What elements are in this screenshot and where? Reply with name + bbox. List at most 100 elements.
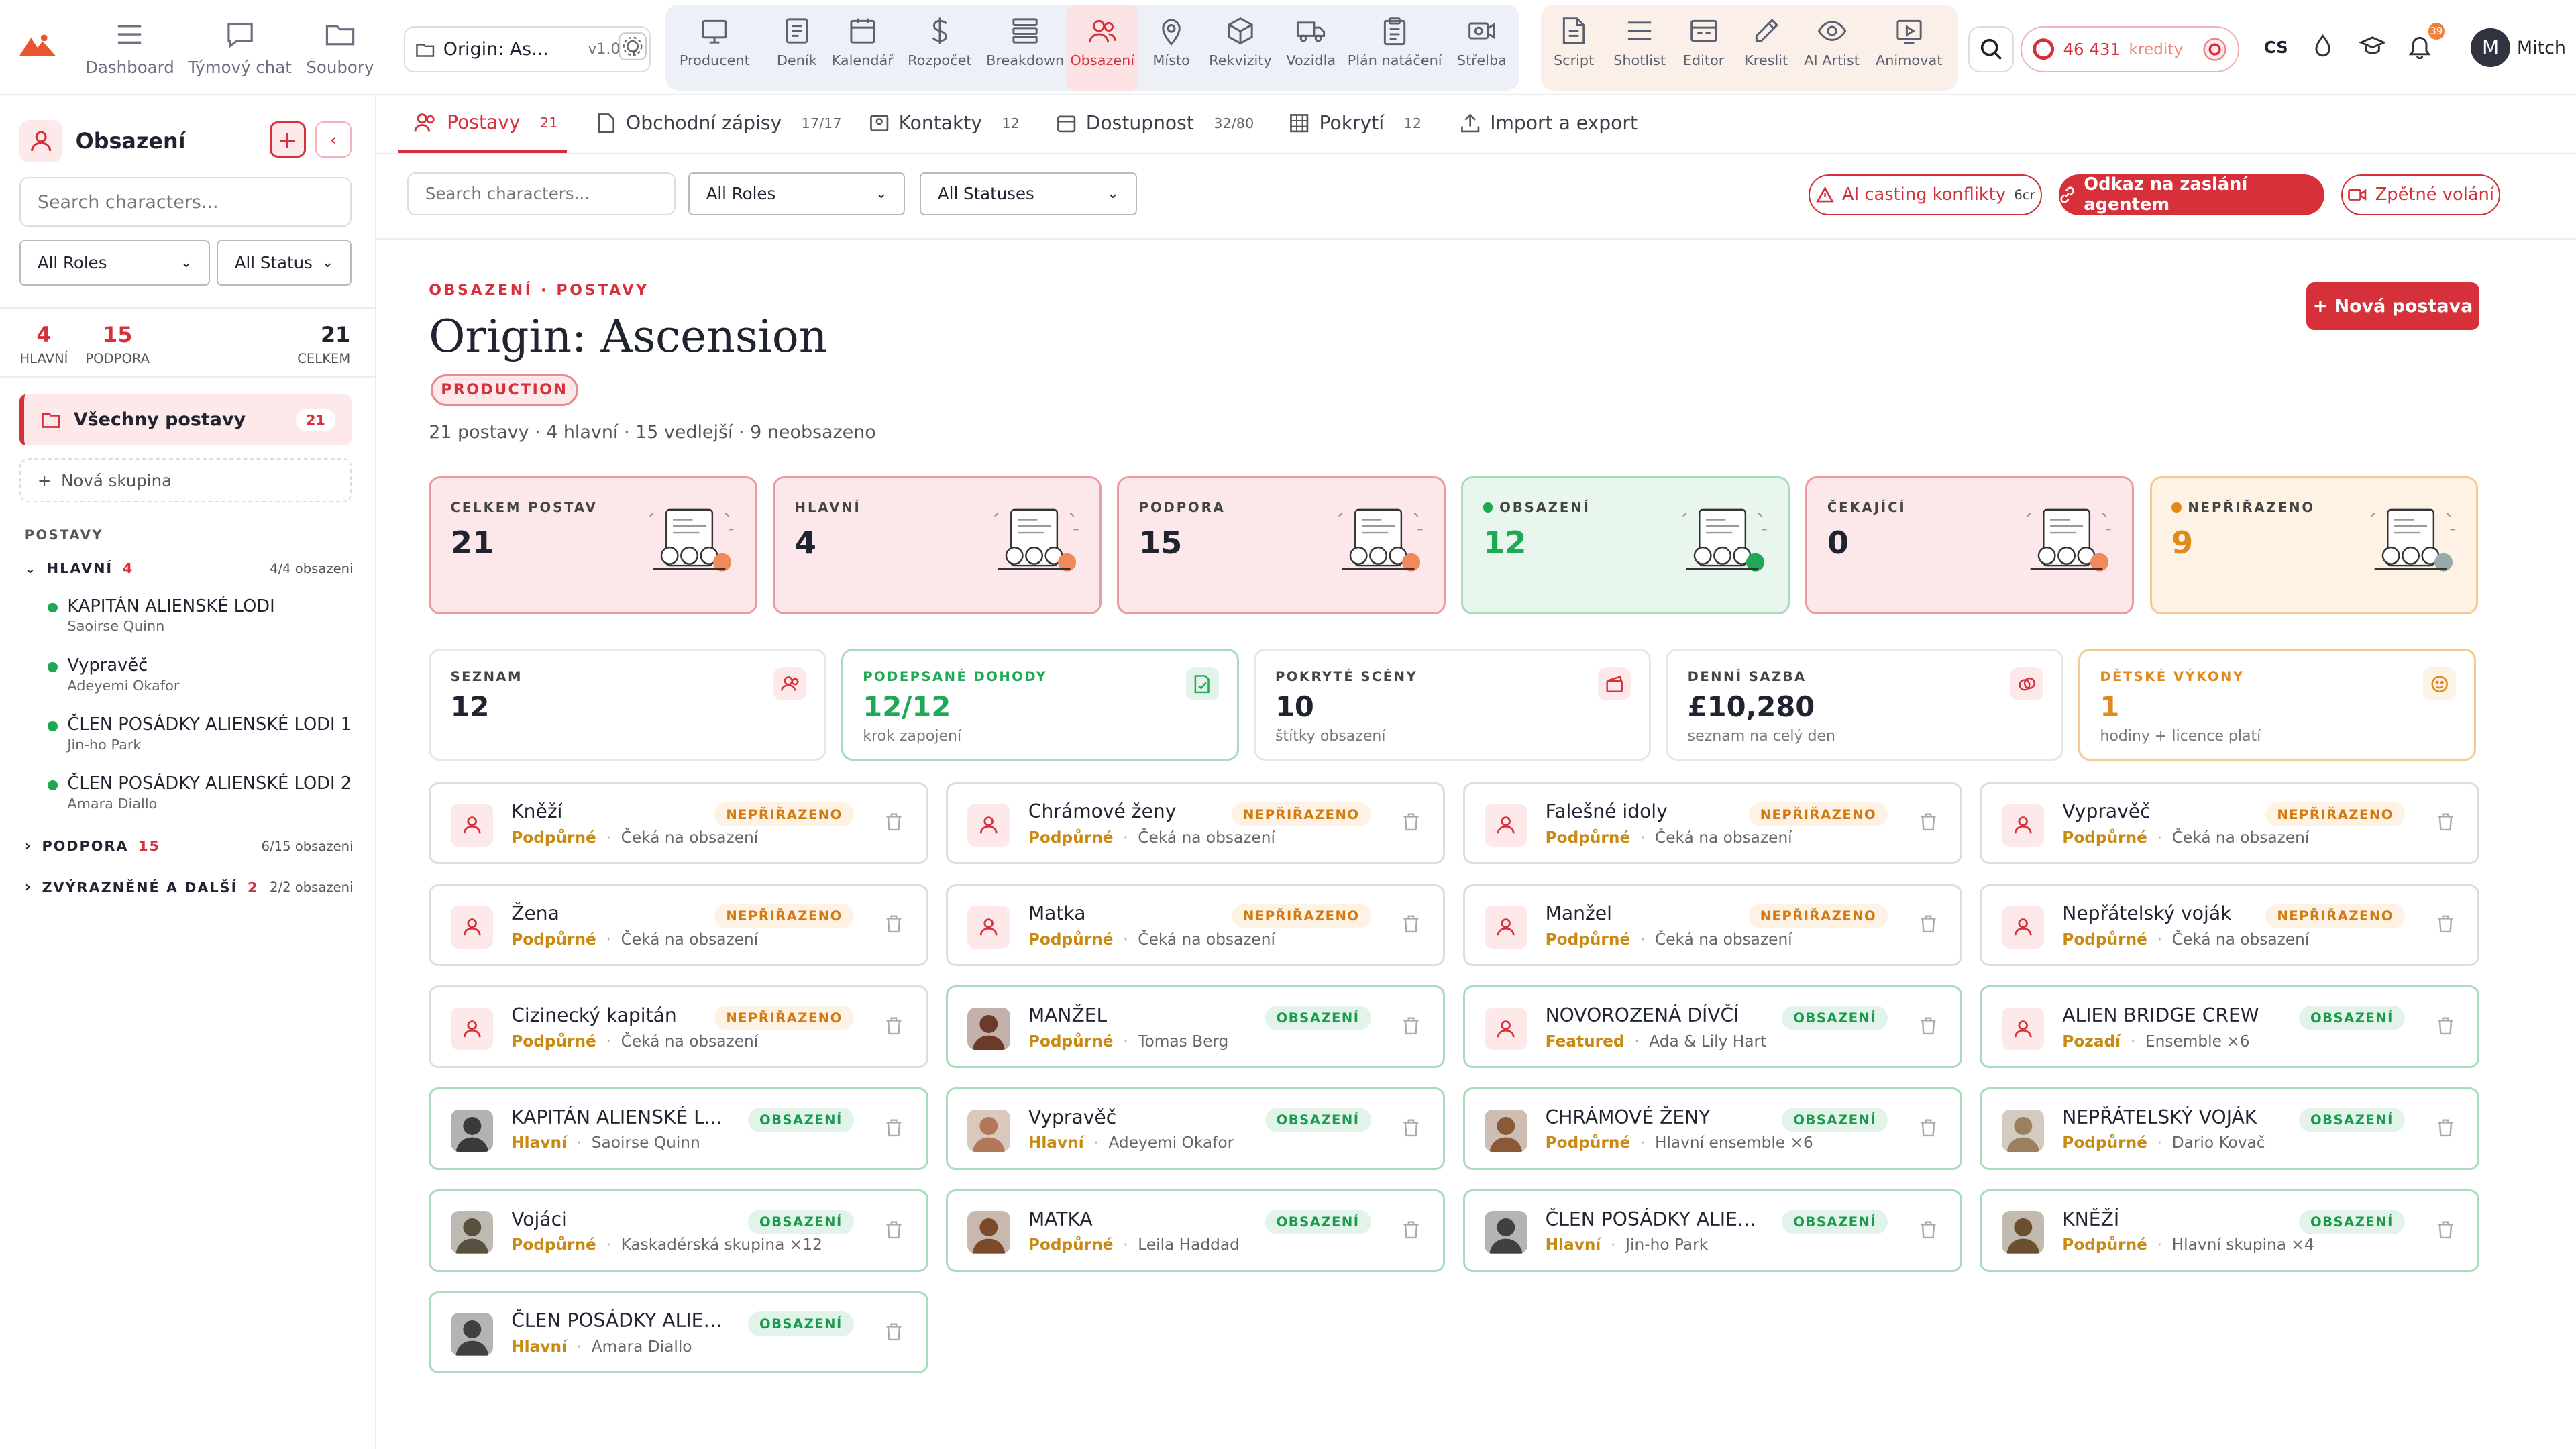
module-casting[interactable]: Obsazení [1066,5,1139,91]
module-breakdown[interactable]: Breakdown [984,5,1066,90]
delete-button[interactable] [885,1220,903,1239]
character-card[interactable]: Manžel Podpůrné · Čeká na obsazení NEPŘIŘAZE… [1462,883,1963,966]
character-card[interactable]: NOVOROZENÁ DÍVČÍ Featured · Ada & Lily Hart… [1462,985,1963,1068]
avatar[interactable]: M [2471,28,2511,68]
tool-shotlist[interactable]: Shotlist [1607,5,1672,90]
tab-coverage[interactable]: Pokrytí 12 [1289,95,1421,151]
add-character-button[interactable]: + [269,121,306,158]
list-item[interactable]: Vypravěč Adeyemi Okafor [48,655,360,694]
stat-card[interactable]: ČEKAJÍCÍ 0 [1805,476,2135,614]
delete-button[interactable] [1402,1016,1420,1035]
project-selector[interactable]: Origin: As... v1.0 ⌄ [404,26,651,72]
summary-card[interactable]: DENNÍ SAZBA £10,280 seznam na celý den [1666,649,2063,761]
group-featured[interactable]: › ZVÝRAZNĚNÉ A DALŠÍ 2 2/2 obsazeni [25,879,354,896]
summary-card[interactable]: PODEPSANÉ DOHODY 12/12 krok zapojení [841,649,1239,761]
group-support[interactable]: › PODPORA 15 6/15 obsazeni [25,838,354,855]
module-props[interactable]: Rekvizity [1204,5,1277,90]
tool-script[interactable]: Script [1541,5,1607,90]
tool-animate[interactable]: Animovat [1866,5,1951,90]
tab-import-export[interactable]: Import a export [1460,95,1638,151]
bell-icon[interactable] [2408,33,2431,60]
delete-button[interactable] [1919,1118,1937,1137]
module-producer[interactable]: Producent [665,5,764,90]
character-card[interactable]: Matka Podpůrné · Čeká na obsazení NEPŘIŘAZEN… [945,883,1446,966]
delete-button[interactable] [1919,1220,1937,1239]
module-vehicles[interactable]: Vozidla [1277,5,1346,90]
new-character-button[interactable]: + Nová postava [2306,282,2479,331]
summary-card[interactable]: POKRYTÉ SCÉNY 10 štítky obsazení [1253,649,1652,761]
delete-button[interactable] [2436,914,2455,933]
module-location[interactable]: Místo [1138,5,1204,90]
summary-card[interactable]: DĚTSKÉ VÝKONY 1 hodiny + licence platí [2078,649,2476,761]
language-switch[interactable]: CS [2264,38,2288,57]
sidebar-search-input[interactable]: Search characters... [19,177,352,227]
app-logo-icon[interactable] [19,33,56,56]
group-lead[interactable]: ⌄ HLAVNÍ 4 4/4 obsazeni [25,560,354,576]
sidebar-role-select[interactable]: All Roles ⌄ [19,239,211,286]
stat-card[interactable]: OBSAZENÍ 12 [1461,476,1790,614]
character-card[interactable]: Falešné idoly Podpůrné · Čeká na obsazení NE… [1462,782,1963,865]
character-card[interactable]: KNĚŽÍ Podpůrné · Hlavní skupina ×4 OBSAZENÍ [1980,1189,2479,1272]
new-group-button[interactable]: + Nová skupina [19,458,352,503]
character-card[interactable]: ALIEN BRIDGE CREW Pozadí · Ensemble ×6 OBSAZ… [1980,985,2479,1068]
character-card[interactable]: MATKA Podpůrné · Leila Haddad OBSAZENÍ [945,1189,1446,1272]
global-search-button[interactable] [1968,26,2015,72]
drop-icon[interactable] [2313,34,2332,57]
sidebar-item-all-characters[interactable]: Všechny postavy 21 [19,394,352,445]
module-journal[interactable]: Deník [764,5,830,90]
character-card[interactable]: KAPITÁN ALIENSKÉ LODI Hlavní · Saoirse Quin… [429,1087,928,1170]
stat-card[interactable]: CELKEM POSTAV 21 [429,476,757,614]
main-search-input[interactable]: Search characters... [407,172,676,215]
delete-button[interactable] [1402,914,1420,933]
delete-button[interactable] [2436,812,2455,831]
collapse-sidebar-button[interactable]: ‹ [315,121,352,158]
tab-availability[interactable]: Dostupnost 32/80 [1057,95,1254,151]
role-select[interactable]: All Roles ⌄ [688,172,906,215]
character-card[interactable]: ČLEN POSÁDKY ALIENSK...Hlavní·Amara Dial… [429,1291,928,1374]
delete-button[interactable] [2436,1016,2455,1035]
credits-widget[interactable]: 46 431 kredity [2021,26,2239,72]
status-select[interactable]: All Statuses ⌄ [920,172,1137,215]
character-card[interactable]: Chrámové ženy Podpůrné · Čeká na obsazení NE… [945,782,1446,865]
project-settings-button[interactable] [618,32,647,61]
list-item[interactable]: KAPITÁN ALIENSKÉ LODI Saoirse Quinn [48,596,360,634]
module-shoot[interactable]: Střelba [1444,5,1520,90]
tab-contacts[interactable]: Kontakty 12 [869,95,1020,151]
delete-button[interactable] [1919,812,1937,831]
delete-button[interactable] [1402,812,1420,831]
user-name[interactable]: Mitch [2517,38,2566,58]
delete-button[interactable] [885,914,903,933]
character-card[interactable]: Kněží Podpůrné · Čeká na obsazení NEPŘIŘAZEN… [429,782,928,865]
character-card[interactable]: MANŽEL Podpůrné · Tomas Berg OBSAZENÍ [945,985,1446,1068]
character-card[interactable]: ČLEN POSÁDKY ALIENSK...Hlavní·Jin-ho Par… [1462,1189,1963,1272]
tab-deal-memos[interactable]: Obchodní zápisy 17/17 [596,95,841,151]
nav-files[interactable]: Soubory [282,19,397,77]
list-item[interactable]: ČLEN POSÁDKY ALIENSKÉ LODI 1 Jin-ho Park [48,714,360,753]
delete-button[interactable] [885,812,903,831]
character-card[interactable]: Nepřátelský voják Podpůrné · Čeká na obsaze… [1980,883,2479,966]
module-budget[interactable]: Rozpočet [896,5,984,90]
stat-card[interactable]: NEPŘIŘAZENO 9 [2149,476,2479,614]
delete-button[interactable] [2436,1220,2455,1239]
list-item[interactable]: ČLEN POSÁDKY ALIENSKÉ LODI 2 Amara Diall… [48,773,360,812]
summary-card[interactable]: SEZNAM 12 [429,649,826,761]
delete-button[interactable] [885,1322,903,1341]
delete-button[interactable] [1919,914,1937,933]
nav-dashboard[interactable]: Dashboard [72,19,187,77]
delete-button[interactable] [1402,1220,1420,1239]
character-card[interactable]: Cizinecký kapitán Podpůrné · Čeká na obsaze… [429,985,928,1068]
agent-link-button[interactable]: Odkaz na zaslání agentem [2058,174,2325,215]
delete-button[interactable] [2436,1118,2455,1137]
module-calendar[interactable]: Kalendář [830,5,896,90]
character-card[interactable]: Vypravěč Podpůrné · Čeká na obsazení NEPŘIŘA… [1980,782,2479,865]
delete-button[interactable] [885,1118,903,1137]
character-card[interactable]: Vojáci Podpůrné · Kaskadérská skupina ×12 OB… [429,1189,928,1272]
tool-draw[interactable]: Kreslit [1735,5,1797,90]
stat-card[interactable]: HLAVNÍ 4 [773,476,1102,614]
module-shooting-schedule[interactable]: Plán natáčení [1346,5,1444,90]
nav-team-chat[interactable]: Týmový chat [182,19,297,77]
tool-ai-artist[interactable]: AI Artist [1797,5,1866,90]
callback-button[interactable]: Zpětné volání [2341,174,2501,215]
delete-button[interactable] [885,1016,903,1035]
delete-button[interactable] [1402,1118,1420,1137]
